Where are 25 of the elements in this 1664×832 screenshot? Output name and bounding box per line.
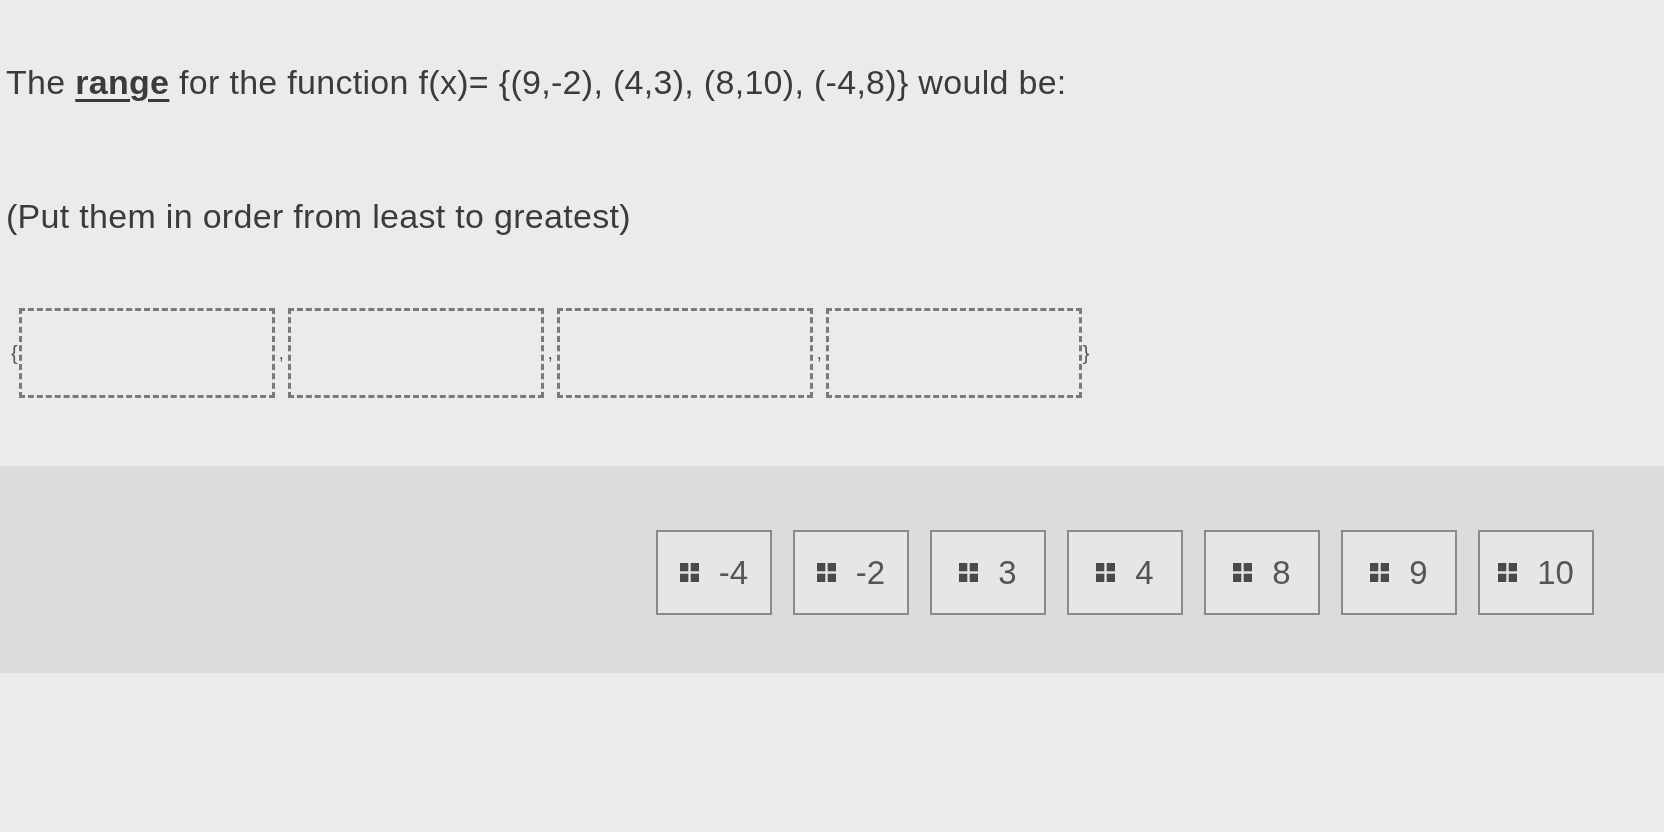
- answer-tile[interactable]: -4: [656, 530, 772, 615]
- open-brace: {: [11, 342, 18, 364]
- drop-zone[interactable]: [556, 308, 813, 398]
- instruction-text: (Put them in order from least to greatest): [6, 196, 631, 237]
- drag-handle-icon: [1233, 563, 1253, 582]
- drag-handle-icon: [679, 563, 699, 582]
- comma: ,: [547, 343, 553, 363]
- question-text: The range for the function f(x)= {(9,-2), (4,3), (8,10), (-4,8)} would be:: [6, 62, 1067, 103]
- drop-zone[interactable]: [287, 308, 544, 398]
- answer-tile[interactable]: 3: [930, 530, 1046, 615]
- answer-tile[interactable]: 4: [1067, 530, 1183, 615]
- drag-handle-icon: [816, 563, 836, 582]
- comma: ,: [816, 343, 822, 363]
- answer-tile[interactable]: 9: [1341, 530, 1457, 615]
- drop-zone[interactable]: [18, 308, 275, 398]
- answer-tile[interactable]: 10: [1478, 530, 1594, 615]
- drag-handle-icon: [1370, 563, 1390, 582]
- drag-handle-icon: [1498, 563, 1518, 582]
- answer-tile[interactable]: -2: [793, 530, 909, 615]
- comma: ,: [278, 343, 284, 363]
- close-brace: }: [1082, 342, 1090, 364]
- drop-zone[interactable]: [825, 308, 1082, 398]
- drag-handle-icon: [1096, 563, 1116, 582]
- answer-tile[interactable]: 8: [1204, 530, 1320, 615]
- drag-handle-icon: [959, 563, 979, 582]
